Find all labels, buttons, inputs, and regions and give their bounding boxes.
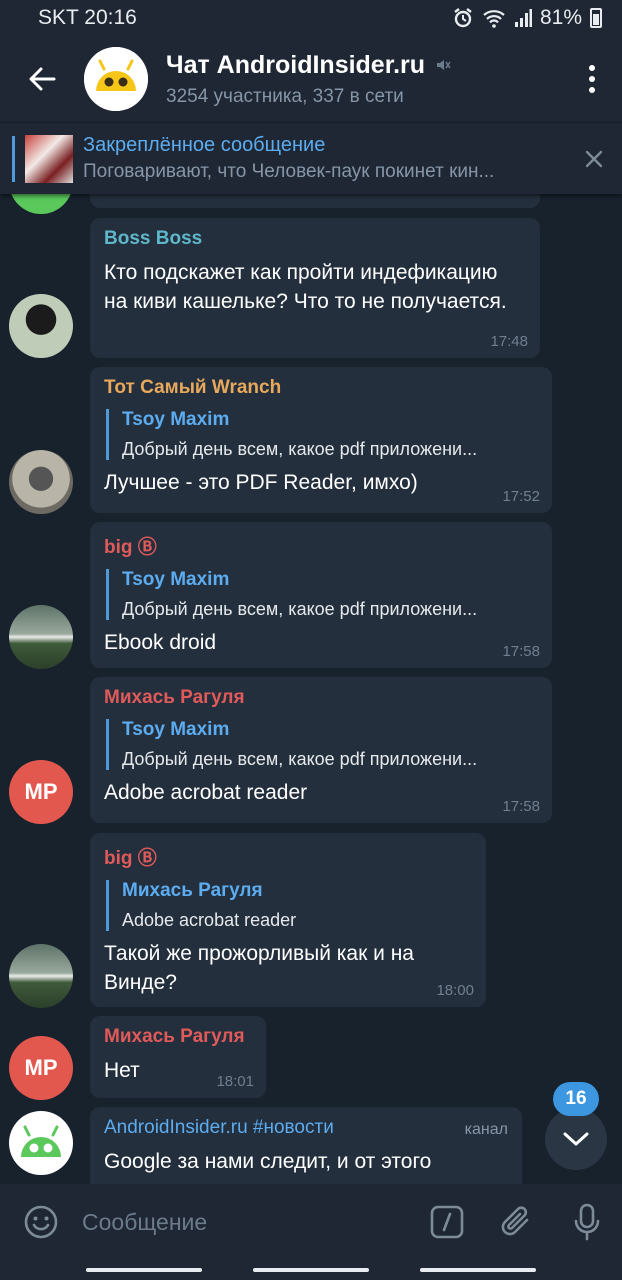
unread-count-badge: 16 [553,1082,599,1116]
message-time: 18:01 [216,1073,254,1090]
reply-preview[interactable]: Tsoy Maxim Добрый день всем, какое pdf п… [106,409,538,460]
more-menu-button[interactable] [562,36,622,122]
status-icons: 81% [452,6,602,30]
message-input[interactable] [82,1184,412,1260]
chat-avatar[interactable] [84,47,148,111]
avatar-initials-text: MP [24,1055,58,1080]
androidinsider-logo [84,47,148,111]
reply-preview[interactable]: Tsoy Maxim Добрый день всем, какое pdf п… [106,569,538,620]
message-time: 17:52 [502,488,540,505]
message-bubble[interactable]: Михась Рагуля Tsoy Maxim Добрый день все… [90,677,552,823]
sender-name[interactable]: big Ⓑ [104,532,538,559]
message-bubble[interactable]: big Ⓑ Tsoy Maxim Добрый день всем, какое… [90,522,552,668]
reply-text: Добрый день всем, какое pdf приложени... [122,599,478,619]
bot-commands-button[interactable] [412,1184,482,1260]
slash-command-icon [430,1205,464,1239]
chat-header: Чат AndroidInsider.ru 3254 участника, 33… [0,36,622,122]
message-bubble[interactable]: big Ⓑ Михась Рагуля Adobe acrobat reader… [90,833,486,1007]
message-text: Ebook droid [104,631,217,654]
message-bubble[interactable]: Boss Boss Кто подскажет как пройти индеф… [90,218,540,358]
message-text: Лучшее - это PDF Reader, имхо) [104,471,418,494]
battery-icon [590,8,602,28]
pinned-preview: Поговаривают, что Человек-паук покинет к… [83,161,495,182]
message-text: Кто подскажет как пройти индефикацию на … [104,261,507,313]
reply-name: Михась Рагуля [122,880,263,901]
sender-name[interactable]: Тот Самый Wranch [104,377,538,399]
chat-title-block[interactable]: Чат AndroidInsider.ru 3254 участника, 33… [166,51,562,108]
reply-text: Добрый день всем, какое pdf приложени... [122,749,478,769]
message-text: Google за нами следит, и от этого [104,1150,432,1173]
chevron-down-icon [563,1132,589,1146]
avatar[interactable] [9,294,73,358]
nav-handle-left[interactable] [85,1268,202,1272]
reply-name: Tsoy Maxim [122,569,230,590]
reply-name: Tsoy Maxim [122,409,230,430]
alarm-icon [454,8,472,28]
pinned-message[interactable]: Закреплённое сообщение Поговаривают, что… [0,122,622,194]
message-text: Adobe acrobat reader [104,781,308,804]
avatar-initials[interactable]: MP [9,760,73,824]
message-composer [0,1184,622,1260]
muted-icon [437,60,451,70]
carrier-time: SKT 20:16 [38,6,137,29]
voice-record-button[interactable] [552,1184,622,1260]
back-button[interactable] [0,36,84,122]
close-icon [585,150,603,167]
attach-button[interactable] [482,1184,552,1260]
avatar-channel-logo[interactable] [9,1111,73,1175]
message-text: Такой же прожорливый как и на Винде? [104,942,414,994]
avatar-initials-text: MP [24,779,58,804]
avatar[interactable] [9,944,73,1008]
dot-icon [589,65,595,71]
reply-preview[interactable]: Tsoy Maxim Добрый день всем, какое pdf п… [106,719,538,770]
avatar[interactable] [9,605,73,669]
scroll-to-bottom-button[interactable] [545,1108,607,1170]
message-bubble[interactable]: Тот Самый Wranch Tsoy Maxim Добрый день … [90,367,552,513]
smiley-icon [24,1205,58,1239]
battery-percent: 81% [539,6,582,29]
pinned-thumbnail [25,134,73,183]
pinned-title: Закреплённое сообщение [83,134,326,156]
message-time: 18:00 [436,982,474,999]
reply-text: Adobe acrobat reader [122,910,297,930]
message-time: 17:58 [502,643,540,660]
message-list[interactable]: Boss Boss Кто подскажет как пройти индеф… [0,194,622,1184]
microphone-icon [574,1203,600,1241]
sender-name[interactable]: big Ⓑ [104,843,472,870]
message-bubble[interactable]: Михась Рагуля Нет 18:01 [90,1016,266,1098]
arrow-left-icon [29,67,56,91]
sender-name[interactable]: Boss Boss [104,228,526,250]
sender-name[interactable]: Михась Рагуля [104,1026,252,1048]
emoji-button[interactable] [0,1184,82,1260]
message-time: 17:58 [502,798,540,815]
paperclip-icon [501,1206,529,1236]
status-bar: SKT 20:16 81% [0,0,622,36]
channel-tag: канал [464,1121,508,1138]
chat-subtitle: 3254 участника, 337 в сети [166,85,404,107]
dot-icon [589,76,595,82]
reply-name: Tsoy Maxim [122,719,230,740]
message-bubble-partial[interactable] [90,194,540,208]
message-bubble[interactable]: AndroidInsider.ru #новости канал Google … [90,1107,522,1184]
pinned-text: Закреплённое сообщение Поговаривают, что… [83,134,566,183]
message-time: 17:48 [490,333,528,350]
pinned-close-button[interactable] [566,123,622,195]
avatar[interactable] [9,194,73,214]
pinned-accent-bar [12,135,15,182]
reply-text: Добрый день всем, какое pdf приложени... [122,439,478,459]
reply-preview[interactable]: Михась Рагуля Adobe acrobat reader [106,880,472,931]
avatar[interactable] [9,450,73,514]
signal-icon [514,9,532,27]
chat-title-text: Чат AndroidInsider.ru [166,50,426,79]
sender-name[interactable]: AndroidInsider.ru #новости [104,1117,508,1139]
dot-icon [589,87,595,93]
sender-name[interactable]: Михась Рагуля [104,687,538,709]
avatar-initials[interactable]: MP [9,1036,73,1100]
nav-handle-right[interactable] [420,1268,537,1272]
chat-title: Чат AndroidInsider.ru [166,51,562,80]
nav-handle-center[interactable] [252,1268,369,1272]
system-nav-bar [0,1260,622,1280]
wifi-icon [483,10,505,28]
androidinsider-logo [21,1125,61,1157]
